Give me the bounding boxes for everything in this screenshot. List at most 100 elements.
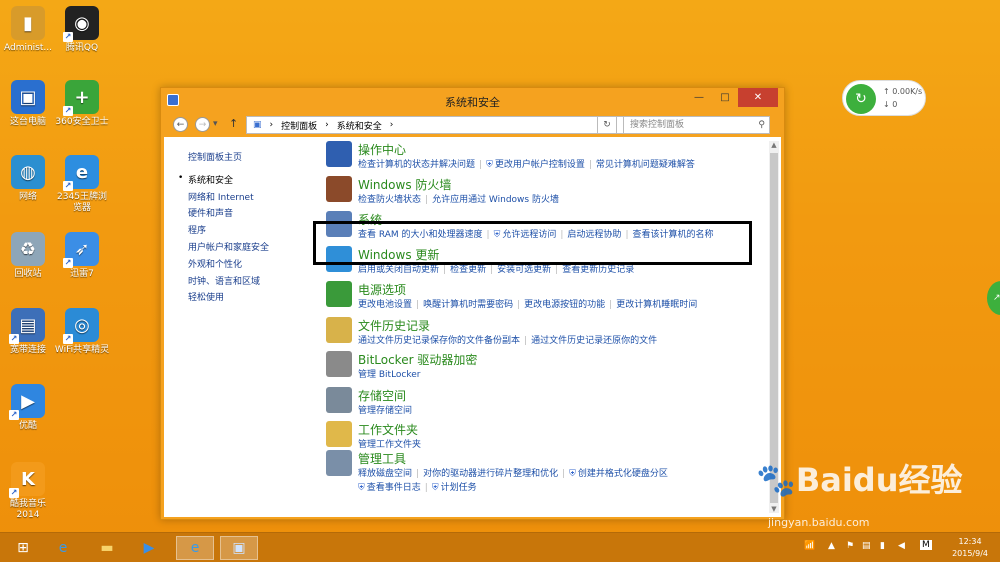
nav-home-link[interactable]: 控制面板主页 xyxy=(188,150,318,167)
desktop-icon-label: WiFi共享精灵 xyxy=(54,345,110,355)
category-link[interactable]: 释放磁盘空间 xyxy=(358,469,412,479)
category-title[interactable]: BitLocker 驱动器加密 xyxy=(358,351,477,368)
desktop-icon-label: 这台电脑 xyxy=(9,117,46,127)
category-link[interactable]: 查看事件日志 xyxy=(367,483,421,493)
category-link[interactable]: 常见计算机问题疑难解答 xyxy=(596,160,695,170)
wifi-tray-icon[interactable]: 📶 xyxy=(804,541,815,551)
youku-icon: ▶ xyxy=(143,540,155,556)
minimize-button[interactable]: — xyxy=(686,88,712,107)
control-panel-small-icon: ▣ xyxy=(253,120,262,130)
refresh-button[interactable]: ↻ xyxy=(597,116,617,134)
system-clock[interactable]: 12:34 2015/9/4 xyxy=(952,536,988,560)
bitlocker-icon xyxy=(326,351,352,377)
back-button[interactable]: ← xyxy=(173,117,188,132)
main-content: 控制面板主页 系统和安全网络和 Internet硬件和声音程序用户帐户和家庭安全… xyxy=(164,137,781,517)
desktop-icon-label: 酷我音乐2014 xyxy=(9,499,46,520)
recent-dropdown-icon[interactable]: ▾ xyxy=(213,119,218,129)
category-link[interactable]: 安装可选更新 xyxy=(497,265,551,275)
refresh-icon: ↻ xyxy=(603,120,611,130)
nav-item[interactable]: 硬件和声音 xyxy=(188,206,318,223)
ime-indicator[interactable]: M xyxy=(920,540,932,550)
edge-float-ball-icon[interactable]: ↗ xyxy=(987,281,1000,315)
category-link[interactable]: 更改电源按钮的功能 xyxy=(524,300,605,310)
desktop-icon[interactable]: ◉ ↗ 腾讯QQ xyxy=(54,6,110,54)
desktop-icon[interactable]: ▶ ↗ 优酷 xyxy=(0,384,56,432)
category-title[interactable]: 文件历史记录 xyxy=(358,317,430,334)
nav-item[interactable]: 时钟、语言和区域 xyxy=(188,274,318,291)
scroll-down-icon[interactable]: ▼ xyxy=(769,505,779,513)
nav-item[interactable]: 网络和 Internet xyxy=(188,190,318,207)
category-link[interactable]: 启用或关闭自动更新 xyxy=(358,265,439,275)
desktop-icon[interactable]: + ↗ 360安全卫士 xyxy=(54,80,110,128)
category-link[interactable]: 检查计算机的状态并解决问题 xyxy=(358,160,475,170)
breadcrumb-control-panel[interactable]: 控制面板 xyxy=(281,119,317,132)
battery-tray-icon[interactable]: ▮ xyxy=(880,541,885,551)
category-title[interactable]: 电源选项 xyxy=(358,281,406,298)
control-panel-window: 系统和安全 — □ ✕ ← → ▾ ↑ ▣ › 控制面板 › 系统和安全 › ▾… xyxy=(160,87,785,520)
category-link[interactable]: 创建并格式化硬盘分区 xyxy=(578,469,668,479)
category-title[interactable]: Windows 防火墙 xyxy=(358,176,451,193)
volume-tray-icon[interactable]: ◀ xyxy=(898,541,905,551)
up-arrow-icon[interactable]: ↑ xyxy=(229,117,238,130)
network-speed-widget[interactable]: ↻ ↑ 0.00K/s ↓ 0 xyxy=(842,80,926,116)
category-link[interactable]: 通过文件历史记录还原你的文件 xyxy=(531,336,657,346)
forward-button[interactable]: → xyxy=(195,117,210,132)
scroll-thumb[interactable] xyxy=(770,153,778,503)
desktop-icon[interactable]: ▮ Administ... xyxy=(0,6,56,54)
category-link[interactable]: 更改电池设置 xyxy=(358,300,412,310)
category-link[interactable]: 更改计算机睡眠时间 xyxy=(616,300,697,310)
taskbar-control-panel[interactable]: ▣ xyxy=(220,536,258,560)
category-link[interactable]: 对你的驱动器进行碎片整理和优化 xyxy=(423,469,558,479)
category-title[interactable]: 存储空间 xyxy=(358,387,406,404)
category-title[interactable]: 操作中心 xyxy=(358,141,406,158)
tray-expand-icon[interactable]: ▲ xyxy=(828,541,835,551)
network-tray-icon[interactable]: ▤ xyxy=(862,541,871,551)
desktop-icon[interactable]: ♻ 回收站 xyxy=(0,232,56,280)
clock-time: 12:34 xyxy=(958,537,982,546)
category-title[interactable]: 管理工具 xyxy=(358,450,406,467)
category-link[interactable]: 唤醒计算机时需要密码 xyxy=(423,300,513,310)
category-link[interactable]: 允许应用通过 Windows 防火墙 xyxy=(432,195,559,205)
category-link[interactable]: 检查更新 xyxy=(450,265,486,275)
taskbar-explorer[interactable]: ▬ xyxy=(88,536,126,560)
maximize-button[interactable]: □ xyxy=(712,88,738,107)
desktop-icon[interactable]: ▣ 这台电脑 xyxy=(0,80,56,128)
net-speed: 0.00K/s xyxy=(892,87,923,96)
start-button[interactable]: ⊞ xyxy=(4,536,42,560)
taskbar-browser[interactable]: e xyxy=(176,536,214,560)
taskbar-youku[interactable]: ▶ xyxy=(130,536,168,560)
desktop-icon-label: 回收站 xyxy=(14,269,42,279)
category-title[interactable]: 工作文件夹 xyxy=(358,421,418,438)
scroll-up-icon[interactable]: ▲ xyxy=(769,141,779,149)
recycle-bin-icon: ♻ xyxy=(11,232,45,266)
category-link[interactable]: 计划任务 xyxy=(441,483,477,493)
breadcrumb-system-security[interactable]: 系统和安全 xyxy=(337,119,382,132)
nav-item[interactable]: 外观和个性化 xyxy=(188,257,318,274)
category-link[interactable]: 管理 BitLocker xyxy=(358,370,421,380)
category-link[interactable]: 查看更新历史记录 xyxy=(562,265,634,275)
category-link[interactable]: 管理工作文件夹 xyxy=(358,440,421,450)
close-button[interactable]: ✕ xyxy=(738,88,778,107)
category-link[interactable]: 检查防火墙状态 xyxy=(358,195,421,205)
shortcut-arrow-icon: ↗ xyxy=(63,181,73,191)
desktop-icon[interactable]: e ↗ 2345王牌浏览器 xyxy=(54,155,110,214)
category-link[interactable]: 通过文件历史记录保存你的文件备份副本 xyxy=(358,336,520,346)
desktop-icon[interactable]: ◎ ↗ WiFi共享精灵 xyxy=(54,308,110,356)
nav-item[interactable]: 程序 xyxy=(188,223,318,240)
action-center-tray-icon[interactable]: ⚑ xyxy=(846,541,854,551)
title-bar[interactable]: 系统和安全 — □ ✕ xyxy=(161,88,784,113)
nav-item[interactable]: 系统和安全 xyxy=(178,173,318,190)
broadband-icon: ▤ ↗ xyxy=(9,308,45,344)
nav-item[interactable]: 轻松使用 xyxy=(188,290,318,307)
category-link[interactable]: 更改用户帐户控制设置 xyxy=(495,160,585,170)
desktop-icon[interactable]: ◍ 网络 xyxy=(0,155,56,203)
category-link[interactable]: 管理存储空间 xyxy=(358,406,412,416)
action-center-flag-icon xyxy=(326,141,352,167)
desktop-icon[interactable]: K ↗ 酷我音乐2014 xyxy=(0,462,56,521)
desktop-icon[interactable]: ➶ ↗ 迅雷7 xyxy=(54,232,110,280)
taskbar-ie[interactable]: e xyxy=(44,536,82,560)
nav-item[interactable]: 用户帐户和家庭安全 xyxy=(188,240,318,257)
search-input[interactable]: 搜索控制面板 ⚲ xyxy=(623,116,770,134)
desktop-icon[interactable]: ▤ ↗ 宽带连接 xyxy=(0,308,56,356)
upload-arrow-icon: ↑ xyxy=(883,87,890,96)
